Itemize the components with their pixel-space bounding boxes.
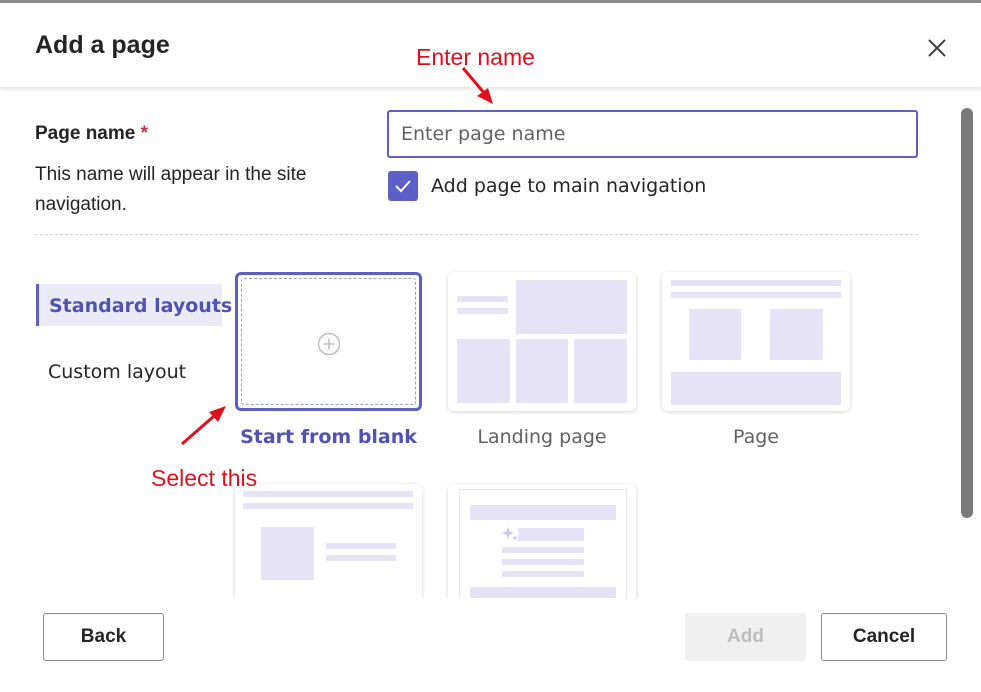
template-card-landing-page[interactable] xyxy=(448,272,636,411)
layout-block xyxy=(502,559,584,565)
layout-block xyxy=(671,292,841,298)
close-button[interactable] xyxy=(922,33,952,63)
add-button[interactable]: Add xyxy=(685,613,806,661)
nav-item-label: Standard layouts xyxy=(49,295,233,317)
nav-item-custom-layout[interactable]: Custom layout xyxy=(48,361,186,383)
sparkle-icon xyxy=(502,527,518,541)
layout-block xyxy=(516,280,627,334)
required-marker: * xyxy=(140,123,149,144)
layout-block xyxy=(243,491,413,497)
page-name-help-text: This name will appear in the site naviga… xyxy=(35,164,307,215)
template-label-landing-page[interactable]: Landing page xyxy=(448,426,636,448)
layout-block xyxy=(502,571,584,577)
layout-block xyxy=(671,372,841,405)
annotation-arrow-icon xyxy=(461,67,493,104)
main-navigation-checkbox-label[interactable]: Add page to main navigation xyxy=(431,175,706,197)
template-card-page[interactable] xyxy=(662,272,850,411)
layout-block xyxy=(770,309,823,360)
layout-block xyxy=(671,280,841,286)
layout-block xyxy=(261,527,314,580)
template-label-start-from-blank[interactable]: Start from blank xyxy=(235,426,422,448)
checkmark-icon xyxy=(395,180,411,193)
page-name-input[interactable] xyxy=(387,110,918,158)
layout-block xyxy=(516,339,568,403)
layout-block xyxy=(243,503,413,509)
annotation-select-this: Select this xyxy=(151,465,258,491)
plus-circle-icon xyxy=(317,332,341,356)
layout-block xyxy=(470,505,616,520)
annotation-arrow-icon xyxy=(181,406,226,446)
layout-block xyxy=(518,528,584,541)
layout-block xyxy=(457,308,508,314)
layout-block xyxy=(574,339,627,403)
layout-block xyxy=(689,309,741,360)
template-label-page[interactable]: Page xyxy=(662,426,850,448)
layout-block xyxy=(502,547,584,553)
page-name-label: Page name * xyxy=(35,123,148,145)
layout-block xyxy=(326,543,396,549)
layout-block xyxy=(457,339,510,403)
template-card-start-from-blank[interactable] xyxy=(235,272,422,411)
back-button[interactable]: Back xyxy=(43,613,164,661)
cancel-button[interactable]: Cancel xyxy=(821,613,947,661)
close-icon xyxy=(928,39,946,57)
main-navigation-checkbox[interactable] xyxy=(388,171,418,201)
nav-item-standard-layouts[interactable]: Standard layouts xyxy=(36,284,232,326)
layout-block xyxy=(326,555,396,561)
scrollbar-thumb[interactable] xyxy=(961,108,973,518)
section-divider xyxy=(35,234,918,235)
dialog-title: Add a page xyxy=(35,31,170,59)
page-name-label-text: Page name xyxy=(35,123,136,144)
layout-block xyxy=(457,296,508,302)
